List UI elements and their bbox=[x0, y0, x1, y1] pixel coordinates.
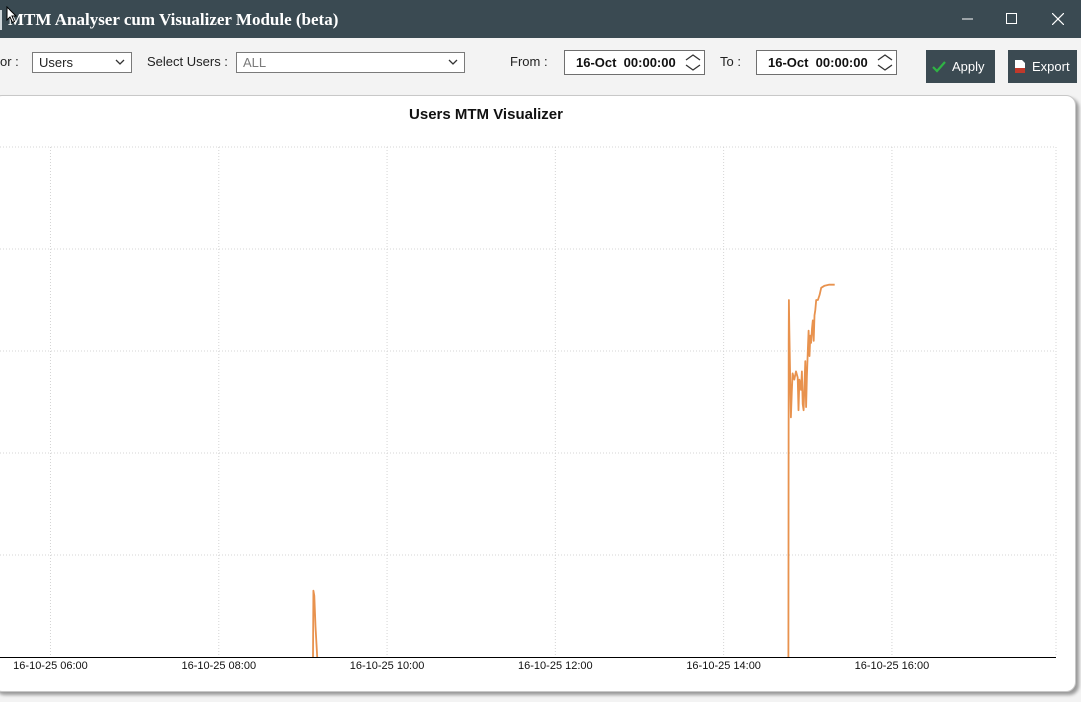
series-line-0 bbox=[312, 589, 319, 658]
x-tick-label-3: 16-10-25 12:00 bbox=[518, 660, 593, 672]
series-line-1 bbox=[787, 283, 835, 658]
x-tick-label-4: 16-10-25 14:00 bbox=[686, 660, 761, 672]
mouse-cursor-icon bbox=[6, 6, 18, 24]
series-layer bbox=[312, 283, 835, 658]
grid-layer bbox=[0, 146, 1057, 657]
x-tick-label-2: 16-10-25 10:00 bbox=[350, 660, 425, 672]
x-tick-label-0: 16-10-25 06:00 bbox=[13, 660, 88, 672]
x-tick-label-1: 16-10-25 08:00 bbox=[181, 660, 256, 672]
tick-label-layer: 16-10-25 06:00 16-10-25 08:00 16-10-25 10:… bbox=[13, 660, 929, 672]
x-tick-label-5: 16-10-25 16:00 bbox=[855, 660, 930, 672]
mtm-line-chart[interactable]: 16-10-25 06:00 16-10-25 08:00 16-10-25 10:… bbox=[0, 0, 1081, 702]
app-window: MTM Analyser cum Visualizer Module (beta… bbox=[0, 0, 1081, 702]
